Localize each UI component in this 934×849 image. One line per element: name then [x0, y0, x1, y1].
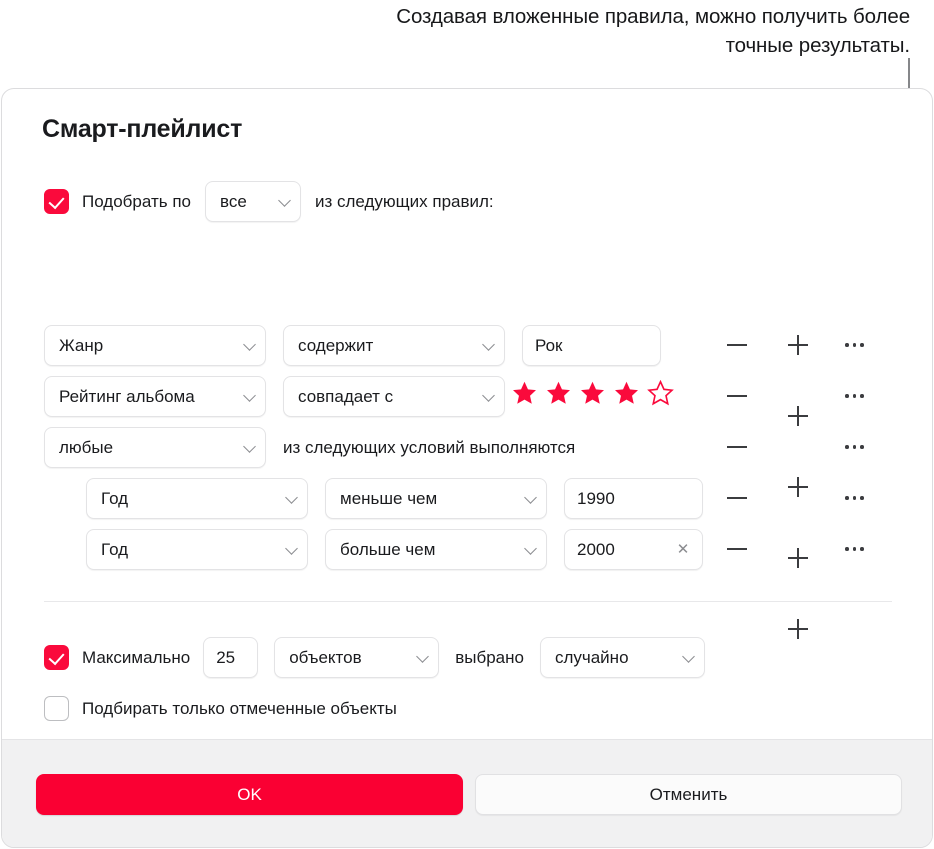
nested-1-field-select[interactable]: Год — [86, 478, 308, 519]
clear-icon[interactable]: ✕ — [676, 543, 690, 557]
rule-2-operator-value: совпадает с — [298, 387, 393, 407]
limit-checkbox[interactable] — [44, 645, 69, 670]
more-options-icon-3[interactable] — [845, 445, 864, 449]
limit-row: Максимально 25 объектов выбрано случайно — [44, 637, 705, 678]
limit-amount-input[interactable]: 25 — [203, 637, 258, 678]
checked-only-row: Подбирать только отмеченные объекты — [44, 696, 397, 721]
match-by-checkbox[interactable] — [44, 189, 69, 214]
rule-1-field-select[interactable]: Жанр — [44, 325, 266, 366]
dialog-footer: OK Отменить — [2, 739, 932, 847]
nested-2-field-value: Год — [101, 540, 128, 560]
add-rule-icon-2[interactable] — [788, 406, 808, 426]
rule-2-operator-select[interactable]: совпадает с — [283, 376, 505, 417]
star-filled-icon[interactable] — [613, 380, 640, 406]
limit-unit-select[interactable]: объектов — [274, 637, 439, 678]
more-options-icon-2[interactable] — [845, 394, 864, 398]
chevron-down-icon — [243, 338, 256, 351]
remove-rule-icon-5[interactable] — [727, 548, 747, 550]
add-rule-icon-3[interactable] — [788, 477, 808, 497]
add-rule-icon-5[interactable] — [788, 619, 808, 639]
nested-2-value-input[interactable]: 2000 ✕ — [564, 529, 703, 570]
limit-unit-value: объектов — [289, 648, 361, 668]
section-divider — [44, 601, 892, 602]
chevron-down-icon — [524, 491, 537, 504]
star-filled-icon[interactable] — [545, 380, 572, 406]
remove-rule-icon-3[interactable] — [727, 446, 747, 448]
limit-label: Максимально — [82, 648, 190, 668]
match-by-select-value: все — [220, 192, 247, 212]
limit-order-value: случайно — [555, 648, 629, 668]
rule-row-3-group: любые из следующих условий выполняются — [44, 427, 575, 468]
remove-rule-icon-2[interactable] — [727, 395, 747, 397]
nested-2-operator-value: больше чем — [340, 540, 435, 560]
rule-2-star-rating[interactable] — [511, 380, 674, 406]
rule-2-field-value: Рейтинг альбома — [59, 387, 195, 407]
chevron-down-icon — [682, 650, 695, 663]
chevron-down-icon — [482, 338, 495, 351]
nested-rule-row-2: Год больше чем 2000 ✕ — [86, 529, 703, 570]
chevron-down-icon — [416, 650, 429, 663]
chevron-down-icon — [285, 491, 298, 504]
nested-2-value-text: 2000 — [577, 540, 615, 560]
match-by-row: Подобрать по все из следующих правил: — [44, 181, 494, 222]
chevron-down-icon — [278, 194, 291, 207]
chevron-down-icon — [482, 389, 495, 402]
limit-middle-label: выбрано — [455, 648, 524, 668]
annotation-text: Создавая вложенные правила, можно получи… — [370, 2, 910, 60]
more-options-icon-5[interactable] — [845, 547, 864, 551]
page-title: Смарт-плейлист — [42, 115, 242, 144]
cancel-button[interactable]: Отменить — [475, 774, 902, 815]
limit-order-select[interactable]: случайно — [540, 637, 705, 678]
rule-3-group-select[interactable]: любые — [44, 427, 266, 468]
rule-1-operator-value: содержит — [298, 336, 373, 356]
nested-1-value-text: 1990 — [577, 489, 615, 509]
rule-1-field-value: Жанр — [59, 336, 103, 356]
rule-1-operator-select[interactable]: содержит — [283, 325, 505, 366]
ok-button[interactable]: OK — [36, 774, 463, 815]
nested-1-operator-select[interactable]: меньше чем — [325, 478, 547, 519]
add-rule-icon-4[interactable] — [788, 548, 808, 568]
chevron-down-icon — [285, 542, 298, 555]
star-outline-icon[interactable] — [647, 380, 674, 406]
nested-1-value-input[interactable]: 1990 — [564, 478, 703, 519]
checked-only-label: Подбирать только отмеченные объекты — [82, 699, 397, 719]
match-by-suffix-label: из следующих правил: — [315, 192, 494, 212]
star-filled-icon[interactable] — [579, 380, 606, 406]
star-filled-icon[interactable] — [511, 380, 538, 406]
checked-only-checkbox[interactable] — [44, 696, 69, 721]
rule-3-group-value: любые — [59, 438, 113, 458]
remove-rule-icon-4[interactable] — [727, 497, 747, 499]
rule-1-value-text: Рок — [535, 336, 562, 356]
add-rule-icon-1[interactable] — [788, 335, 808, 355]
rule-1-value-input[interactable]: Рок — [522, 325, 661, 366]
limit-amount-value: 25 — [216, 648, 235, 668]
rule-2-field-select[interactable]: Рейтинг альбома — [44, 376, 266, 417]
rule-row-1: Жанр содержит Рок — [44, 325, 661, 366]
chevron-down-icon — [243, 440, 256, 453]
screenshot-root: Создавая вложенные правила, можно получи… — [0, 0, 934, 849]
match-by-select[interactable]: все — [205, 181, 301, 222]
nested-1-field-value: Год — [101, 489, 128, 509]
more-options-icon-1[interactable] — [845, 343, 864, 347]
rule-row-2: Рейтинг альбома совпадает с — [44, 376, 505, 417]
match-by-label: Подобрать по — [82, 192, 191, 212]
chevron-down-icon — [524, 542, 537, 555]
nested-rule-row-1: Год меньше чем 1990 — [86, 478, 703, 519]
remove-rule-icon-1[interactable] — [727, 344, 747, 346]
nested-2-operator-select[interactable]: больше чем — [325, 529, 547, 570]
nested-2-field-select[interactable]: Год — [86, 529, 308, 570]
rule-3-group-label: из следующих условий выполняются — [283, 438, 575, 458]
chevron-down-icon — [243, 389, 256, 402]
smart-playlist-dialog: Смарт-плейлист Подобрать по все из следу… — [1, 88, 933, 848]
more-options-icon-4[interactable] — [845, 496, 864, 500]
dialog-body: Смарт-плейлист Подобрать по все из следу… — [2, 89, 932, 741]
nested-1-operator-value: меньше чем — [340, 489, 437, 509]
